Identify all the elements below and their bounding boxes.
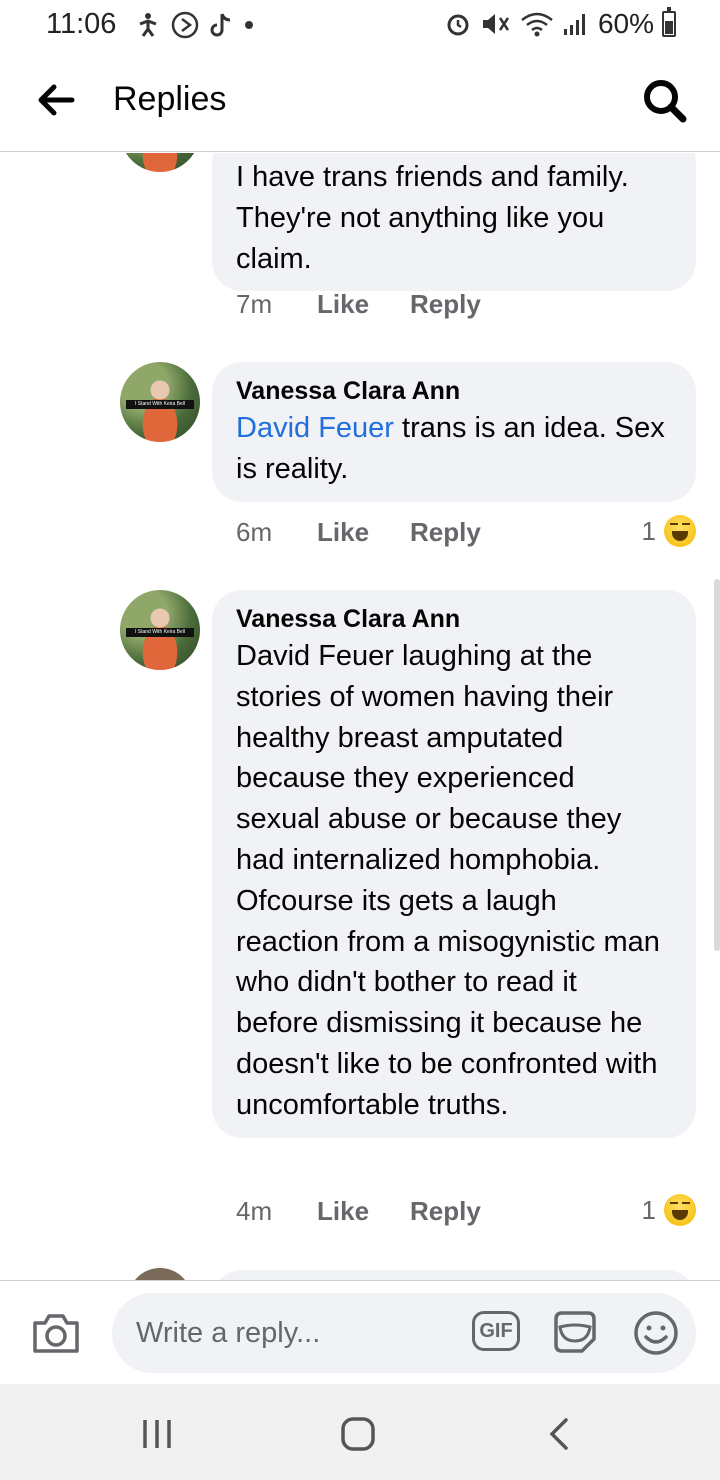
avatar[interactable]: [120, 153, 200, 172]
system-navigation-bar: [0, 1384, 720, 1480]
comment-text: I have trans friends and family. They're…: [236, 161, 629, 275]
reply-composer: GIF: [0, 1280, 720, 1384]
page-title: Replies: [113, 80, 227, 118]
emoji-icon: [634, 1311, 678, 1355]
battery-icon: [662, 7, 676, 37]
reaction-summary[interactable]: 1: [642, 515, 696, 547]
replies-list[interactable]: I have trans friends and family. They're…: [0, 153, 720, 1280]
recent-apps-button[interactable]: [137, 1414, 177, 1454]
scrollbar[interactable]: [714, 579, 720, 951]
avatar-caption: I Stand With Keira Bell: [126, 400, 194, 410]
comment-time: 6m: [236, 516, 273, 547]
haha-emoji-icon: [664, 1194, 696, 1226]
status-notification-icons: [136, 10, 256, 40]
search-icon: [644, 80, 687, 123]
comment-actions: 7m Like Reply: [236, 284, 522, 324]
comment-author[interactable]: Vanessa Clara Ann: [236, 602, 666, 636]
gif-button[interactable]: GIF: [472, 1311, 520, 1351]
comment-author[interactable]: Vanessa Clara Ann: [236, 374, 672, 408]
status-bar: 11:06 60%: [0, 0, 720, 50]
comment-actions: 6m Like Reply: [236, 512, 522, 552]
reply-input[interactable]: [112, 1293, 696, 1373]
wifi-icon: [521, 12, 553, 37]
status-system-icons: 60%: [444, 7, 676, 40]
status-time: 11:06: [46, 8, 117, 40]
comment-text: David Feuer trans is an idea. Sex is rea…: [236, 408, 672, 490]
accessibility-icon: [139, 13, 157, 37]
chevron-left-icon: [549, 1418, 568, 1450]
dot-icon: [245, 21, 253, 29]
mute-icon: [482, 14, 509, 34]
back-button[interactable]: [34, 80, 78, 120]
battery-percentage: 60%: [597, 8, 654, 39]
like-button[interactable]: Like: [317, 289, 369, 320]
search-button[interactable]: [642, 78, 688, 124]
reply-button[interactable]: Reply: [410, 289, 481, 320]
play-circle-icon: [171, 11, 199, 39]
avatar-caption: I Stand With Keira Bell: [126, 628, 194, 638]
avatar[interactable]: I Stand With Keira Bell: [120, 590, 200, 670]
avatar[interactable]: I Stand With Keira Bell: [120, 362, 200, 442]
mention-link[interactable]: David Feuer: [236, 412, 394, 444]
recent-apps-icon: [143, 1420, 171, 1448]
haha-emoji-icon: [664, 515, 696, 547]
comment-bubble[interactable]: [212, 1270, 696, 1280]
comment-time: 4m: [236, 1195, 273, 1226]
camera-button[interactable]: [31, 1311, 81, 1355]
comment-bubble[interactable]: I have trans friends and family. They're…: [212, 153, 696, 292]
emoji-button[interactable]: [632, 1309, 680, 1357]
comment-text: David Feuer laughing at the stories of w…: [236, 640, 660, 1121]
comment-bubble[interactable]: Vanessa Clara Ann David Feuer laughing a…: [212, 590, 696, 1138]
comment-time: 7m: [236, 288, 273, 319]
app-header: Replies: [0, 50, 720, 152]
signal-icon: [563, 14, 585, 35]
home-button[interactable]: [338, 1414, 378, 1454]
reply-button[interactable]: Reply: [410, 517, 481, 548]
reaction-count: 1: [641, 515, 656, 546]
like-button[interactable]: Like: [317, 517, 369, 548]
home-icon: [341, 1417, 375, 1451]
camera-icon: [33, 1314, 79, 1353]
tiktok-icon: [210, 13, 231, 37]
comment-bubble[interactable]: Vanessa Clara Ann David Feuer trans is a…: [212, 362, 696, 502]
avatar[interactable]: [128, 1268, 192, 1280]
reaction-summary[interactable]: 1: [642, 1194, 696, 1226]
arrow-left-icon: [38, 84, 75, 116]
like-button[interactable]: Like: [317, 1196, 369, 1227]
comment-actions: 4m Like Reply: [236, 1191, 522, 1231]
sticker-icon: [554, 1311, 596, 1353]
reply-button[interactable]: Reply: [410, 1196, 481, 1227]
reaction-count: 1: [641, 1194, 656, 1225]
sticker-button[interactable]: [552, 1309, 598, 1355]
back-nav-button[interactable]: [540, 1414, 580, 1454]
alarm-icon: [447, 14, 469, 36]
